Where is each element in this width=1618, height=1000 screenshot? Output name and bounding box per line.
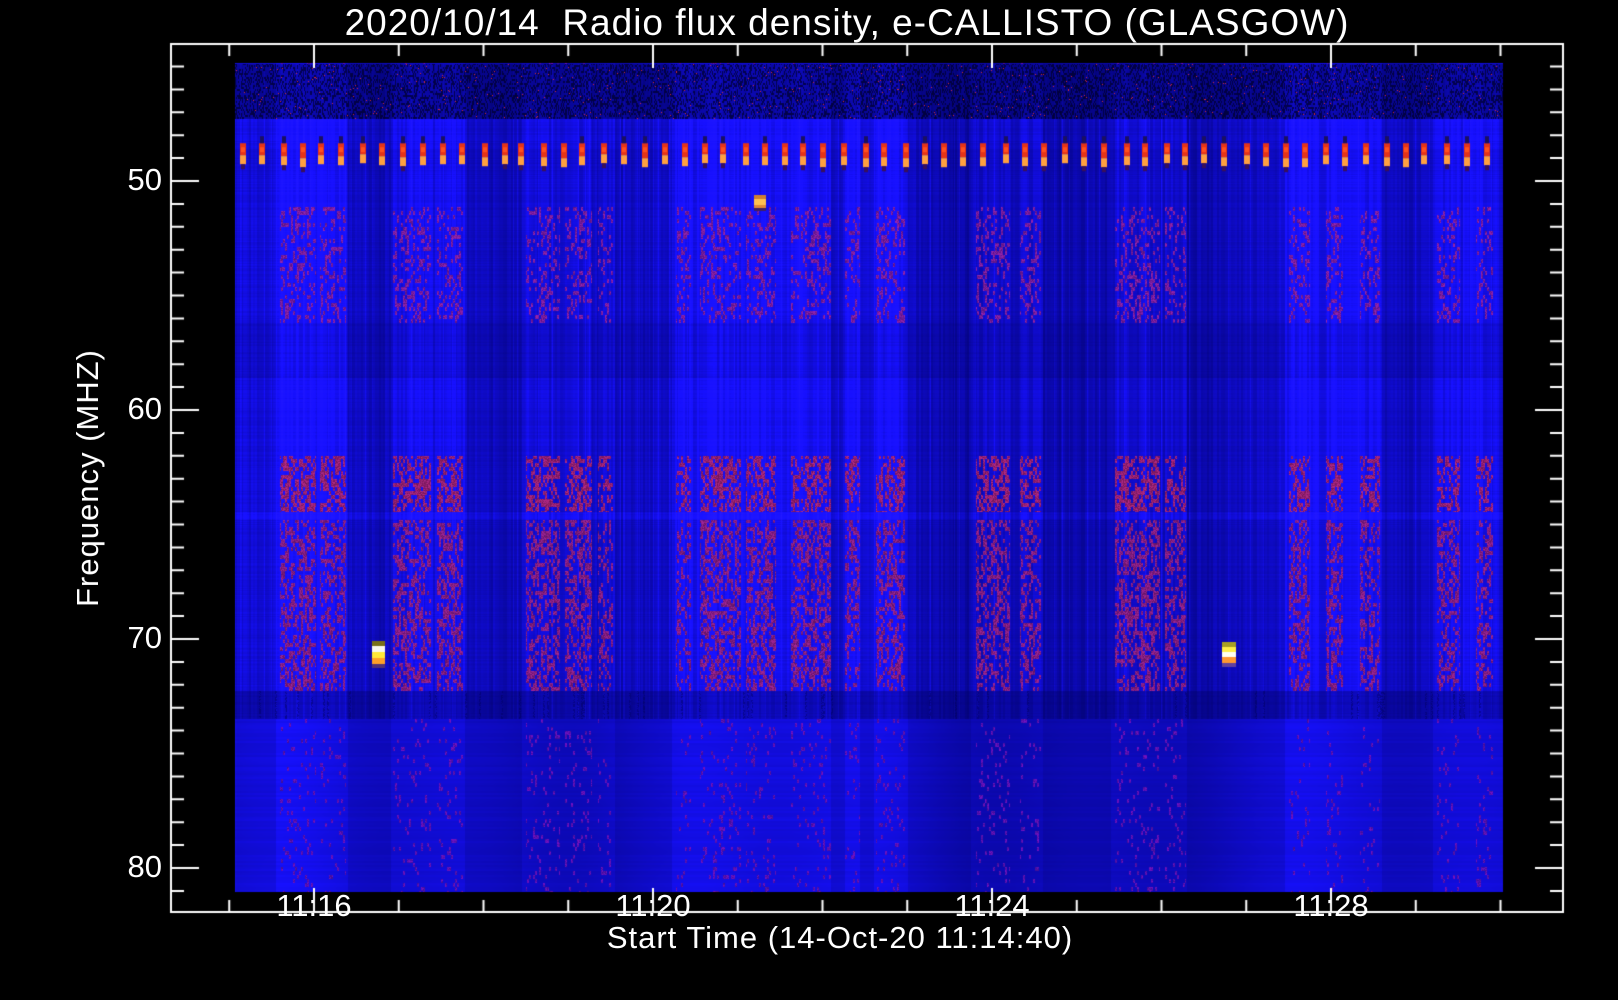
y-tick-label: 60: [127, 391, 162, 426]
y-tick-label: 70: [127, 620, 162, 655]
y-axis-label: Frequency (MHZ): [70, 349, 105, 607]
spectrogram-canvas: [0, 0, 1618, 1000]
y-tick-label: 80: [127, 849, 162, 884]
y-tick-label: 50: [127, 162, 162, 197]
spectrogram-window: 2020/10/14 Radio flux density, e-CALLIST…: [0, 0, 1618, 1000]
x-axis-label: Start Time (14-Oct-20 11:14:40): [606, 920, 1074, 955]
x-tick-label: 11:24: [954, 888, 1030, 923]
chart-title: 2020/10/14 Radio flux density, e-CALLIST…: [344, 2, 1350, 43]
x-tick-label: 11:28: [1293, 888, 1369, 923]
x-tick-label: 11:16: [276, 888, 352, 923]
x-tick-label: 11:20: [615, 888, 691, 923]
